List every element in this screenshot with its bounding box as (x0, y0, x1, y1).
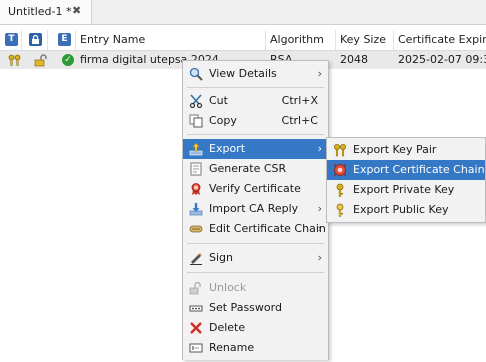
submenu-arrow-icon: › (317, 142, 322, 155)
certificate-chain-icon (333, 163, 347, 177)
menu-separator (187, 243, 324, 244)
menu-item-export[interactable]: Export › (183, 139, 328, 159)
menu-item-rename[interactable]: Rename (183, 338, 328, 358)
submenu-item-export-key-pair[interactable]: Export Key Pair (327, 140, 485, 160)
column-header-certificate-expiry[interactable]: Certificate Expiry (394, 30, 486, 50)
key-pair-icon (333, 143, 347, 157)
submenu-arrow-icon: › (317, 202, 322, 215)
lock-column-icon (29, 33, 42, 46)
tab-untitled-1[interactable]: Untitled-1 * ✖ (0, 0, 92, 24)
private-key-icon (333, 183, 347, 197)
certificate-ribbon-icon (189, 182, 203, 196)
menu-item-generate-csr[interactable]: Generate CSR (183, 159, 328, 179)
menu-item-copy[interactable]: Copy Ctrl+C (183, 111, 328, 131)
submenu-arrow-icon: › (317, 251, 322, 264)
menu-separator (187, 134, 324, 135)
tab-title: Untitled-1 * (8, 5, 72, 18)
menu-item-view-details[interactable]: View Details › (183, 64, 328, 84)
menu-item-sign[interactable]: Sign › (183, 248, 328, 268)
column-header-expiry-status[interactable]: E (48, 30, 76, 50)
submenu-arrow-icon: › (317, 67, 322, 80)
magnifier-icon (189, 67, 203, 81)
menu-item-unlock[interactable]: Unlock (183, 278, 328, 298)
menu-item-cut[interactable]: Cut Ctrl+X (183, 91, 328, 111)
column-header-entry-name[interactable]: Entry Name (76, 30, 266, 50)
column-header-key-size[interactable]: Key Size (336, 30, 394, 50)
unlock-icon (189, 281, 203, 295)
submenu-item-export-certificate-chain[interactable]: Export Certificate Chain (327, 160, 485, 180)
public-key-icon (333, 203, 347, 217)
menu-item-edit-certificate-chain[interactable]: Edit Certificate Chain › (183, 219, 328, 239)
menu-item-set-password[interactable]: Set Password (183, 298, 328, 318)
scissors-icon (189, 94, 203, 109)
csr-document-icon (189, 162, 203, 176)
column-header-lock[interactable] (22, 30, 48, 50)
submenu-item-export-private-key[interactable]: Export Private Key (327, 180, 485, 200)
tab-strip: Untitled-1 * ✖ (0, 0, 486, 25)
menu-item-delete[interactable]: Delete (183, 318, 328, 338)
key-size-cell: 2048 (340, 53, 368, 66)
table-header: T E Entry Name Algorithm Key Size Certif… (0, 30, 486, 51)
column-header-algorithm[interactable]: Algorithm (266, 30, 336, 50)
export-icon (189, 142, 203, 156)
menu-separator (187, 87, 324, 88)
pen-sign-icon (189, 251, 203, 265)
key-pair-icon (8, 54, 22, 66)
column-header-type[interactable]: T (0, 30, 22, 50)
copy-shortcut: Ctrl+C (281, 114, 318, 127)
cut-shortcut: Ctrl+X (281, 94, 318, 107)
menu-item-verify-certificate[interactable]: Verify Certificate (183, 179, 328, 199)
menu-separator (187, 272, 324, 273)
export-submenu: Export Key Pair Export Certificate Chain… (326, 137, 486, 223)
delete-x-icon (189, 321, 203, 335)
type-column-icon: T (5, 33, 18, 46)
copy-icon (189, 114, 203, 128)
unlocked-padlock-icon (34, 54, 48, 67)
menu-item-import-ca-reply[interactable]: Import CA Reply › (183, 199, 328, 219)
submenu-arrow-icon: › (317, 222, 322, 235)
expiry-cell: 2025-02-07 09:36:0 (398, 53, 486, 66)
tab-close-icon[interactable]: ✖ (72, 4, 81, 17)
password-key-icon (189, 301, 203, 315)
rename-icon (189, 341, 203, 355)
context-menu: View Details › Cut Ctrl+X Copy Ctrl+C Ex… (182, 60, 329, 360)
expiry-column-icon: E (58, 33, 71, 46)
chain-icon (189, 222, 203, 236)
import-icon (189, 202, 203, 216)
submenu-item-export-public-key[interactable]: Export Public Key (327, 200, 485, 220)
valid-status-icon: ✓ (62, 54, 74, 66)
